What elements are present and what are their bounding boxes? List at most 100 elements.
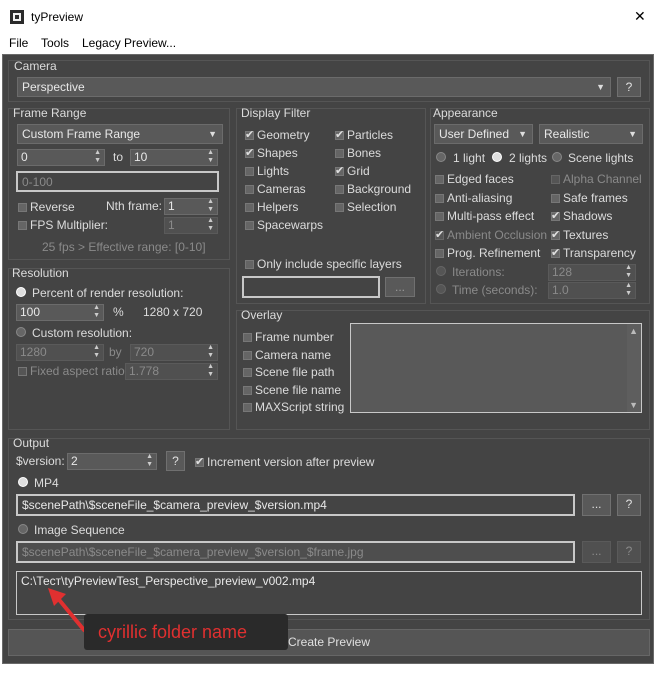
output-title: Output bbox=[13, 436, 50, 450]
custom-width-spinner[interactable]: 1280 ▲ ▼ bbox=[16, 344, 104, 361]
appearance-edged-faces-checkbox[interactable] bbox=[435, 175, 444, 184]
appearance-multi-pass-effect-label: Multi-pass effect bbox=[447, 209, 535, 223]
spinner-arrows-icon: ▲ ▼ bbox=[207, 363, 214, 378]
mp4-label: MP4 bbox=[34, 476, 59, 490]
specific-layers-checkbox[interactable] bbox=[245, 260, 254, 269]
close-icon[interactable]: ✕ bbox=[634, 8, 646, 25]
version-help-button[interactable]: ? bbox=[166, 451, 185, 471]
iterations-label: Iterations: bbox=[452, 265, 505, 279]
menu-legacy-preview[interactable]: Legacy Preview... bbox=[82, 36, 176, 50]
menu-tools[interactable]: Tools bbox=[41, 36, 69, 50]
camera-value: Perspective bbox=[22, 80, 85, 94]
chevron-down-icon: ▼ bbox=[596, 82, 605, 92]
filter-geometry-label: Geometry bbox=[257, 128, 310, 142]
mp4-browse-button[interactable]: ... bbox=[582, 494, 611, 516]
layers-browse-button[interactable]: ... bbox=[385, 277, 415, 297]
filter-grid-label: Grid bbox=[347, 164, 370, 178]
chevron-up-icon[interactable]: ▲ bbox=[629, 326, 638, 336]
image-sequence-help-button[interactable]: ? bbox=[617, 541, 641, 563]
appearance-safe-frames-checkbox[interactable] bbox=[551, 193, 560, 203]
filter-cameras-label: Cameras bbox=[257, 182, 306, 196]
appearance-anti-aliasing-checkbox[interactable] bbox=[435, 193, 444, 203]
filter-shapes-label: Shapes bbox=[257, 146, 298, 160]
filter-bones-checkbox[interactable] bbox=[335, 149, 344, 158]
filter-spacewarps-checkbox[interactable] bbox=[245, 221, 254, 230]
filter-shapes-checkbox[interactable] bbox=[245, 146, 254, 159]
window-title: tyPreview bbox=[31, 10, 84, 24]
menu-file[interactable]: File bbox=[9, 36, 28, 50]
fps-multiplier-checkbox[interactable] bbox=[18, 221, 27, 230]
aspect-ratio-spinner[interactable]: 1.778 ▲ ▼ bbox=[125, 363, 218, 380]
nth-frame-spinner[interactable]: 1 ▲ ▼ bbox=[164, 198, 218, 215]
appearance-transparency-checkbox[interactable] bbox=[551, 246, 560, 259]
overlay-maxscript-string-label: MAXScript string bbox=[255, 400, 345, 414]
filter-particles-checkbox[interactable] bbox=[335, 128, 344, 141]
time-radio[interactable] bbox=[436, 284, 446, 294]
custom-height-spinner[interactable]: 720 ▲ ▼ bbox=[130, 344, 218, 361]
iterations-radio[interactable] bbox=[436, 266, 446, 276]
custom-resolution-radio[interactable] bbox=[16, 327, 26, 337]
reverse-checkbox[interactable] bbox=[18, 203, 27, 212]
fps-multiplier-label: FPS Multiplier: bbox=[30, 218, 109, 232]
overlay-camera-name-checkbox[interactable] bbox=[243, 350, 252, 360]
spinner-arrows-icon: ▲ ▼ bbox=[625, 264, 632, 279]
image-sequence-radio[interactable] bbox=[18, 524, 28, 534]
appearance-shadows-checkbox[interactable] bbox=[551, 209, 560, 222]
specific-layers-label: Only include specific layers bbox=[257, 257, 402, 271]
filter-cameras-checkbox[interactable] bbox=[245, 185, 254, 194]
custom-resolution-label: Custom resolution: bbox=[32, 326, 133, 340]
version-spinner[interactable]: 2 ▲ ▼ bbox=[67, 453, 157, 470]
overlay-scene-file-name-checkbox[interactable] bbox=[243, 385, 252, 395]
percent-resolution-radio[interactable] bbox=[16, 287, 26, 297]
appearance-textures-checkbox[interactable] bbox=[551, 228, 560, 241]
time-spinner[interactable]: 1.0 ▲ ▼ bbox=[548, 282, 636, 299]
filter-background-label: Background bbox=[347, 182, 412, 196]
overlay-camera-name-label: Camera name bbox=[255, 347, 332, 362]
fps-multiplier-spinner[interactable]: 1 ▲ ▼ bbox=[164, 217, 218, 234]
frame-range-title: Frame Range bbox=[13, 106, 87, 120]
appearance-prog-refinement-checkbox[interactable] bbox=[435, 249, 444, 258]
filter-helpers-checkbox[interactable] bbox=[245, 203, 254, 212]
increment-version-checkbox[interactable] bbox=[195, 455, 204, 468]
iterations-spinner[interactable]: 128 ▲ ▼ bbox=[548, 264, 636, 281]
maxscript-textarea[interactable]: ▲ ▼ bbox=[350, 323, 642, 413]
filter-selection-checkbox[interactable] bbox=[335, 203, 344, 212]
one-light-radio[interactable] bbox=[436, 152, 446, 162]
scrollbar[interactable] bbox=[627, 324, 641, 412]
overlay-maxscript-string-checkbox[interactable] bbox=[243, 403, 252, 412]
percent-spinner[interactable]: 100 ▲ ▼ bbox=[16, 304, 104, 321]
aspect-ratio-checkbox[interactable] bbox=[18, 367, 27, 376]
appearance-style-select[interactable]: Realistic ▼ bbox=[539, 124, 643, 144]
filter-background-checkbox[interactable] bbox=[335, 185, 344, 194]
mp4-radio[interactable] bbox=[18, 477, 28, 487]
camera-help-button[interactable]: ? bbox=[617, 77, 641, 97]
effective-range-info: 25 fps > Effective range: [0-10] bbox=[42, 240, 206, 254]
appearance-multi-pass-effect-checkbox[interactable] bbox=[435, 212, 444, 221]
two-lights-radio[interactable] bbox=[492, 152, 502, 162]
filter-geometry-checkbox[interactable] bbox=[245, 128, 254, 141]
filter-lights-checkbox[interactable] bbox=[245, 167, 254, 176]
camera-select[interactable]: Perspective ▼ bbox=[17, 77, 611, 97]
frame-to-spinner[interactable]: 10 ▲ ▼ bbox=[130, 149, 218, 166]
image-sequence-browse-button[interactable]: ... bbox=[582, 541, 611, 563]
nth-frame-value: 1 bbox=[168, 199, 175, 213]
mp4-path-input[interactable]: $scenePath\$sceneFile_$camera_preview_$v… bbox=[16, 494, 575, 516]
version-value: 2 bbox=[71, 454, 78, 468]
layers-input[interactable] bbox=[242, 276, 380, 298]
mp4-help-button[interactable]: ? bbox=[617, 494, 641, 516]
image-sequence-path-input[interactable]: $scenePath\$sceneFile_$camera_preview_$v… bbox=[16, 541, 575, 563]
filter-grid-checkbox[interactable] bbox=[335, 164, 344, 177]
frame-range-select[interactable]: Custom Frame Range ▼ bbox=[17, 124, 223, 144]
scene-lights-radio[interactable] bbox=[552, 152, 562, 162]
range-placeholder: 0-100 bbox=[22, 175, 53, 189]
spinner-arrows-icon: ▲ ▼ bbox=[207, 198, 214, 213]
time-label: Time (seconds): bbox=[452, 283, 538, 297]
frame-range-input[interactable]: 0-100 bbox=[16, 171, 219, 192]
appearance-mode-select[interactable]: User Defined ▼ bbox=[434, 124, 533, 144]
chevron-down-icon[interactable]: ▼ bbox=[629, 400, 638, 410]
appearance-ambient-occlusion-checkbox[interactable] bbox=[435, 228, 444, 241]
frame-from-spinner[interactable]: 0 ▲ ▼ bbox=[17, 149, 105, 166]
overlay-scene-file-path-checkbox[interactable] bbox=[243, 368, 252, 377]
overlay-frame-number-checkbox[interactable] bbox=[243, 333, 252, 342]
appearance-alpha-channel-checkbox[interactable] bbox=[551, 175, 560, 184]
